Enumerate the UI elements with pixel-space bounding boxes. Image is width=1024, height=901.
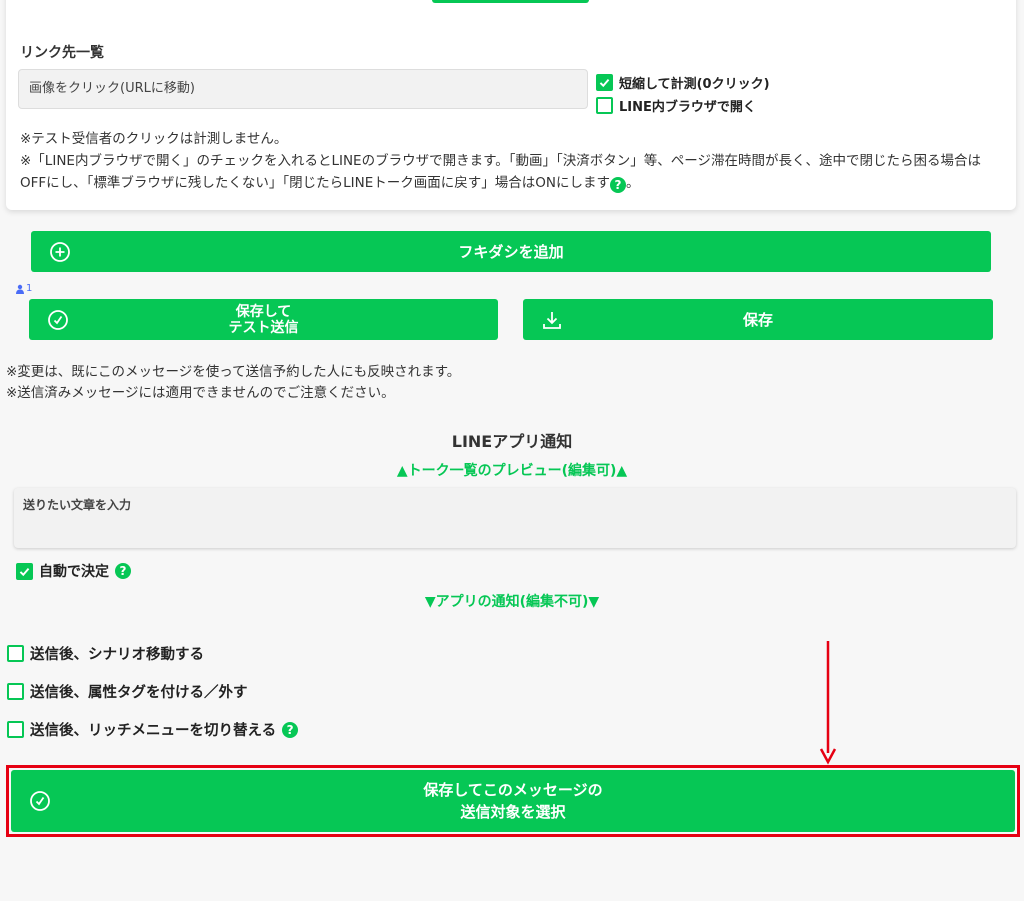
- final-button-line2: 送信対象を選択: [460, 803, 566, 821]
- after-send-richmenu-option[interactable]: 送信後、リッチメニューを切り替える ?: [7, 719, 299, 740]
- link-list-title: リンク先一覧: [20, 45, 104, 61]
- add-bubble-label: フキダシを追加: [458, 243, 564, 261]
- after-send-tag-label: 送信後、属性タグを付ける／外す: [30, 685, 248, 701]
- send-circle-icon: [48, 309, 68, 330]
- checkbox-empty-icon[interactable]: [7, 721, 24, 738]
- after-send-tag-option[interactable]: 送信後、属性タグを付ける／外す: [7, 681, 248, 702]
- checkbox-empty-icon[interactable]: [596, 97, 613, 114]
- download-icon: [543, 311, 561, 329]
- auto-decide-label: 自動で決定: [39, 564, 109, 580]
- final-button-highlight: 保存してこのメッセージの 送信対象を選択: [6, 765, 1020, 837]
- shorten-track-option[interactable]: 短縮して計測(0クリック): [596, 73, 770, 92]
- final-button-line1: 保存してこのメッセージの: [423, 781, 603, 799]
- after-send-richmenu-label: 送信後、リッチメニューを切り替える: [30, 723, 277, 739]
- preview-label: ▲トーク一覧のプレビュー(編集可)▲: [396, 463, 628, 479]
- url-field[interactable]: 画像をクリック(URLに移動): [18, 69, 588, 109]
- test-user-count-value: 1: [26, 283, 33, 294]
- plus-circle-icon: [50, 241, 70, 262]
- add-bubble-button[interactable]: フキダシを追加: [31, 231, 991, 272]
- shorten-track-label: 短縮して計測(0クリック): [619, 77, 770, 92]
- save-button[interactable]: 保存: [523, 299, 993, 340]
- note-reflect: ※変更は、既にこのメッセージを使って送信予約した人にも反映されます。: [6, 364, 461, 380]
- save-label: 保存: [742, 311, 773, 329]
- save-test-line2: テスト送信: [228, 319, 299, 336]
- line-notification-title: LINEアプリ通知: [451, 432, 573, 451]
- save-test-line1: 保存して: [235, 303, 292, 320]
- note-line-browser: ※「LINE内ブラウザで開く」のチェックを入れるとLINEのブラウザで開きます。…: [20, 153, 981, 193]
- line-browser-option[interactable]: LINE内ブラウザで開く: [596, 96, 756, 115]
- help-icon[interactable]: ?: [610, 177, 627, 193]
- help-icon[interactable]: ?: [115, 563, 131, 579]
- note-test-receiver: ※テスト受信者のクリックは計測しません。: [20, 131, 288, 147]
- help-icon[interactable]: ?: [282, 721, 299, 738]
- test-user-count: 1: [15, 283, 32, 294]
- note-sent: ※送信済みメッセージには適用できませんのでご注意ください。: [6, 385, 395, 401]
- line-browser-label: LINE内ブラウザで開く: [619, 100, 756, 115]
- after-send-scenario-label: 送信後、シナリオ移動する: [30, 647, 204, 663]
- user-icon: [16, 284, 24, 294]
- auto-decide-option[interactable]: 自動で決定 ?: [16, 561, 131, 581]
- save-notes: ※変更は、既にこのメッセージを使って送信予約した人にも反映されます。 ※送信済み…: [6, 362, 460, 404]
- checkbox-empty-icon[interactable]: [7, 683, 24, 700]
- app-notice-label: ▼アプリの通知(編集不可)▼: [424, 594, 600, 610]
- send-circle-icon: [30, 791, 50, 811]
- annotation-arrow: [819, 641, 837, 765]
- after-send-scenario-option[interactable]: 送信後、シナリオ移動する: [7, 643, 204, 664]
- checkbox-checked-icon[interactable]: [16, 562, 33, 580]
- link-notes: ※テスト受信者のクリックは計測しません。 ※「LINE内ブラウザで開く」のチェッ…: [20, 128, 1005, 194]
- checkbox-empty-icon[interactable]: [7, 645, 24, 662]
- top-button-edge[interactable]: [432, 0, 589, 3]
- preview-text-input[interactable]: 送りたい文章を入力: [14, 488, 1016, 548]
- save-test-send-button[interactable]: 保存して テスト送信: [29, 299, 498, 340]
- save-select-target-button[interactable]: 保存してこのメッセージの 送信対象を選択: [11, 770, 1015, 832]
- checkbox-checked-icon[interactable]: [596, 74, 613, 91]
